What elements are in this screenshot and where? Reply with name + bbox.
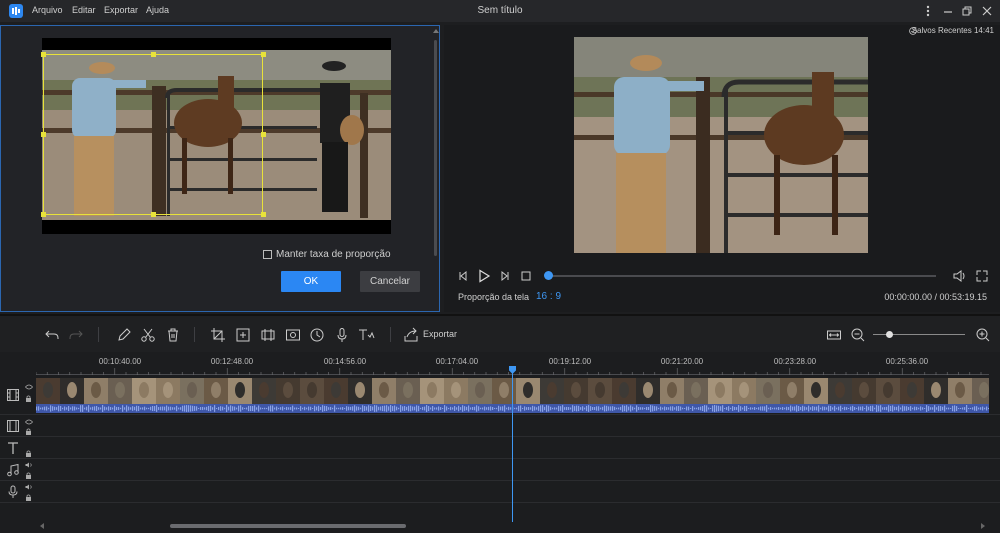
undo-icon[interactable] <box>44 327 60 343</box>
zoom-out-icon[interactable] <box>850 327 866 343</box>
timeline-horizontal-scrollbar[interactable] <box>170 524 406 528</box>
keep-ratio-label: Manter taxa de proporção <box>276 249 391 260</box>
close-icon[interactable] <box>979 3 995 19</box>
menu-editar[interactable]: Editar <box>72 5 96 15</box>
ruler-tick-label: 00:12:48.00 <box>210 357 254 366</box>
voice-track-icon <box>6 485 20 499</box>
toolbar-separator <box>390 327 391 342</box>
crop-handle-bottom-right[interactable] <box>261 212 266 217</box>
voiceover-mic-icon[interactable] <box>334 327 350 343</box>
text-track-lock-icon[interactable] <box>25 450 32 457</box>
stop-icon[interactable] <box>520 270 532 282</box>
menu-arquivo[interactable]: Arquivo <box>32 5 63 15</box>
text-track-icon <box>6 441 20 455</box>
voice-track-volume-icon[interactable] <box>25 484 33 490</box>
toolbar-separator <box>98 327 99 342</box>
overlay-track-icon <box>6 419 20 433</box>
menu-exportar[interactable]: Exportar <box>104 5 138 15</box>
voice-track-lock-icon[interactable] <box>25 494 32 501</box>
prev-frame-icon[interactable] <box>457 270 469 282</box>
voice-track-row <box>0 481 1000 503</box>
preview-video <box>574 37 868 253</box>
crop-handle-top-right[interactable] <box>261 52 266 57</box>
crop-handle-left[interactable] <box>41 132 46 137</box>
ruler-tick-label: 00:14:56.00 <box>323 357 367 366</box>
redo-icon[interactable] <box>68 327 84 343</box>
scroll-left-icon[interactable] <box>40 523 45 529</box>
fit-timeline-icon[interactable] <box>826 327 842 343</box>
crop-handle-right[interactable] <box>261 132 266 137</box>
scroll-right-icon[interactable] <box>980 523 985 529</box>
menu-ajuda[interactable]: Ajuda <box>146 5 169 15</box>
crop-selection-box[interactable] <box>43 54 263 215</box>
ruler-tick-label: 00:17:04.00 <box>435 357 479 366</box>
volume-icon[interactable] <box>952 269 966 283</box>
scroll-up-icon[interactable] <box>433 28 439 33</box>
saved-status: Salvos Recentes 14:41 <box>911 26 994 35</box>
crop-handle-top-left[interactable] <box>41 52 46 57</box>
speed-clock-icon[interactable] <box>309 327 325 343</box>
edit-toolbar: Exportar <box>0 316 1000 352</box>
minimize-icon[interactable] <box>940 3 956 19</box>
video-track-eye-icon[interactable] <box>25 384 33 390</box>
overlay-track-row <box>0 415 1000 437</box>
aspect-ratio-value[interactable]: 16 : 9 <box>536 291 561 302</box>
app-logo-icon <box>9 4 23 18</box>
playback-progress-knob[interactable] <box>544 271 553 280</box>
crop-panel-scrollbar[interactable] <box>434 40 437 256</box>
export-icon[interactable] <box>403 327 419 343</box>
text-to-speech-icon[interactable] <box>358 327 375 343</box>
aspect-ratio-label: Proporção da tela <box>458 292 530 302</box>
toolbar-separator <box>194 327 195 342</box>
next-frame-icon[interactable] <box>499 270 511 282</box>
keep-ratio-checkbox[interactable] <box>263 250 272 259</box>
music-track-lock-icon[interactable] <box>25 472 32 479</box>
timecode-display: 00:00:00.00 / 00:53:19.15 <box>884 292 987 302</box>
delete-trash-icon[interactable] <box>165 327 181 343</box>
ruler-tick-label: 00:10:40.00 <box>98 357 142 366</box>
ruler-tick-label: 00:19:12.00 <box>548 357 592 366</box>
crop-handle-bottom[interactable] <box>151 212 156 217</box>
ok-button[interactable]: OK <box>281 271 341 292</box>
overlay-track-lock-icon[interactable] <box>25 428 32 435</box>
fullscreen-icon[interactable] <box>975 269 989 283</box>
overlay-track-eye-icon[interactable] <box>25 419 33 425</box>
freeze-frame-icon[interactable] <box>260 327 276 343</box>
cancel-button[interactable]: Cancelar <box>360 271 420 292</box>
video-track-lock-icon[interactable] <box>25 395 32 402</box>
music-track-row <box>0 459 1000 481</box>
zoom-slider-knob[interactable] <box>886 331 893 338</box>
split-scissors-icon[interactable] <box>140 327 156 343</box>
zoom-in-icon[interactable] <box>975 327 991 343</box>
restore-icon[interactable] <box>959 3 975 19</box>
video-track-icon <box>6 388 20 402</box>
crop-handle-bottom-left[interactable] <box>41 212 46 217</box>
crop-icon[interactable] <box>210 327 226 343</box>
more-options-icon[interactable] <box>920 3 936 19</box>
playback-progress-bar[interactable] <box>548 275 936 277</box>
play-icon[interactable] <box>477 269 491 283</box>
crop-handle-top[interactable] <box>151 52 156 57</box>
zoom-frame-icon[interactable] <box>285 327 301 343</box>
music-track-volume-icon[interactable] <box>25 462 33 468</box>
text-track-row <box>0 437 1000 459</box>
title-bar: Arquivo Editar Exportar Ajuda Sem título <box>0 0 1000 22</box>
playhead-line[interactable] <box>512 372 513 522</box>
edit-pencil-icon[interactable] <box>116 327 132 343</box>
ruler-tick-label: 00:23:28.00 <box>773 357 817 366</box>
ruler-tick-label: 00:25:36.00 <box>885 357 929 366</box>
mosaic-icon[interactable] <box>235 327 251 343</box>
export-button[interactable]: Exportar <box>423 329 457 339</box>
music-track-icon <box>6 463 20 477</box>
ruler-tick-label: 00:21:20.00 <box>660 357 704 366</box>
